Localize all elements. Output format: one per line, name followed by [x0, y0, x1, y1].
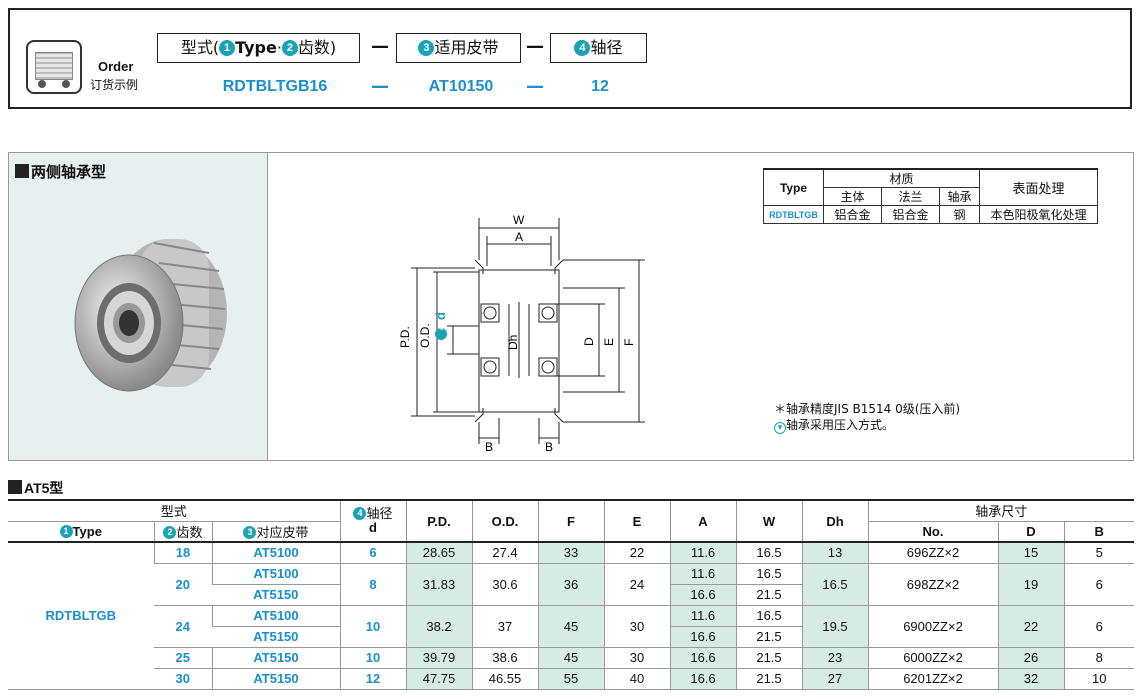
dim-d-number: 4 [436, 325, 446, 330]
dim-b-label-right: B [545, 440, 553, 454]
shopping-cart-icon [26, 40, 82, 94]
notes: ＊轴承精度JIS B1514 0级(压入前) ▾ 轴承采用压入方式。 [774, 401, 960, 434]
dim-od-label: O.D. [418, 323, 432, 348]
dim-dh-label: Dh [506, 335, 520, 350]
order-example-box: Order 订货示例 型式(1 Type· 2 齿数) — 3 适用皮带 — 4 轴径 R… [8, 8, 1132, 109]
order-value-belt: AT10150 [428, 78, 494, 95]
product-photo-panel: 两侧轴承型 [9, 153, 268, 460]
dim-D-label: D [582, 337, 596, 346]
dim-e-label: E [602, 338, 616, 346]
product-info-panel: 两侧轴承型 W A P.D. O.D. 4 d Dh D E F B B Typ… [8, 152, 1134, 461]
table-row: 25 AT5150 10 39.79 38.6 45 30 16.6 21.5 … [8, 647, 1134, 669]
dim-d-label: d [433, 312, 448, 320]
bullet-square-icon [15, 164, 29, 178]
press-fit-icon: ▾ [774, 422, 786, 434]
order-title: Order [98, 59, 134, 74]
order-type-teeth-box: 型式(1 Type· 2 齿数) [157, 33, 360, 63]
order-subtitle: 订货示例 [90, 78, 139, 92]
pulley-photo [74, 239, 227, 392]
order-belt-box: 3 适用皮带 [396, 33, 521, 63]
note-precision: ＊轴承精度JIS B1514 0级(压入前) [774, 402, 961, 416]
material-table: Type 材质 表面处理 主体 法兰 轴承 RDTBLTGB 铝合金 铝合金 钢… [763, 168, 1098, 224]
table-row: RDTBLTGB 18 AT5100 6 28.65 27.4 33 22 11… [8, 542, 1134, 690]
separator-dash: — [371, 36, 389, 57]
order-value-shaft: 12 [591, 78, 609, 95]
table-row: 30 AT5150 12 47.75 46.55 55 40 16.6 21.5… [8, 668, 1134, 690]
order-shaft-box: 4 轴径 [550, 33, 647, 63]
separator-dash: — [526, 36, 544, 57]
table-row: 20 AT5100 8 31.83 30.6 36 24 11.6 16.5 1… [8, 563, 1134, 606]
note-press-fit: 轴承采用压入方式。 [786, 418, 895, 432]
dim-pd-label: P.D. [398, 326, 412, 348]
section-label: AT5型 [24, 480, 64, 496]
dim-w-label: W [513, 213, 525, 227]
dim-a-label: A [515, 230, 523, 244]
dim-b-label-left: B [485, 440, 493, 454]
order-value-type: RDTBLTGB16 [222, 78, 328, 95]
spec-table: 型式 4 轴径 d P.D. O.D. F E A W Dh 轴承尺寸 1 Type … [8, 499, 1134, 690]
dim-f-label: F [622, 339, 636, 346]
bullet-square-icon [8, 480, 22, 494]
separator-dash: — [526, 76, 544, 97]
table-row: 24 AT5100 10 38.2 37 45 30 11.6 16.5 19.… [8, 605, 1134, 648]
product-type-label: 两侧轴承型 [31, 163, 107, 181]
dimension-drawing: W A P.D. O.D. 4 d Dh D E F B B [398, 213, 645, 454]
separator-dash: — [371, 76, 389, 97]
